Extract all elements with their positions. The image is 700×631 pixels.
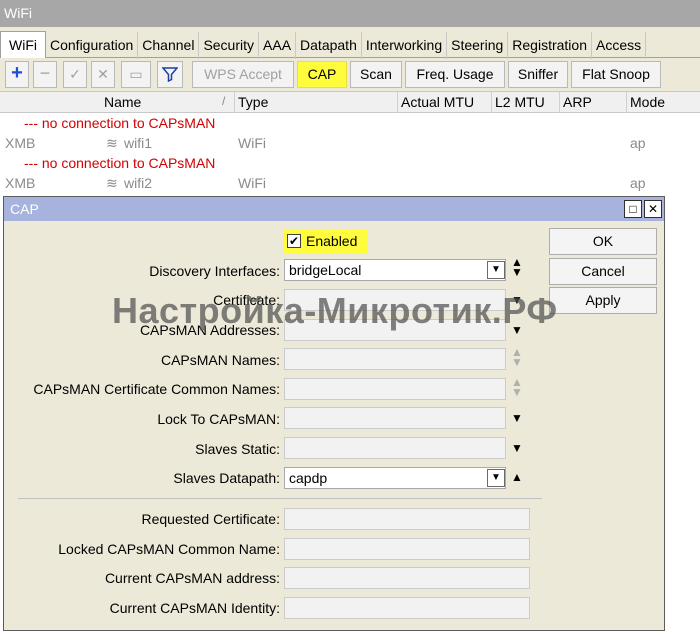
tab-security[interactable]: Security xyxy=(199,32,260,59)
row-comment: --- no connection to CAPsMAN xyxy=(24,155,216,171)
chevron-down-icon[interactable]: ▼ xyxy=(511,411,523,425)
check-icon: ✓ xyxy=(69,66,81,82)
table-header: Name / Type Actual MTU L2 MTU ARP Mode xyxy=(0,91,700,113)
tab-access[interactable]: Access xyxy=(592,32,647,59)
table-row-comment[interactable]: --- no connection to CAPsMAN xyxy=(0,113,700,133)
flat-snoop-button[interactable]: Flat Snoop xyxy=(571,61,661,88)
row-comment: --- no connection to CAPsMAN xyxy=(24,115,216,131)
current-capsman-address-field xyxy=(284,567,530,589)
tab-channel[interactable]: Channel xyxy=(138,32,200,59)
cap-button[interactable]: CAP xyxy=(297,61,347,88)
close-icon[interactable]: ✕ xyxy=(644,200,662,218)
maximize-icon[interactable]: □ xyxy=(624,200,642,218)
enable-button[interactable]: ✓ xyxy=(63,61,87,88)
up-down-arrows-icon[interactable]: ▲ ▼ xyxy=(511,376,523,398)
row-mode: ap xyxy=(630,135,646,151)
plus-icon: + xyxy=(11,62,23,84)
col-type[interactable]: Type xyxy=(238,94,268,110)
tab-steering[interactable]: Steering xyxy=(447,32,509,59)
row-flags: XMB xyxy=(5,175,36,191)
requested-certificate-label: Requested Certificate: xyxy=(141,511,280,527)
enabled-checkbox[interactable]: ✔ xyxy=(287,234,301,248)
comment-icon: ▭ xyxy=(129,66,143,82)
sort-icon: / xyxy=(222,94,226,108)
cross-icon: ✕ xyxy=(97,66,109,82)
row-name: wifi1 xyxy=(124,135,153,151)
sniffer-button[interactable]: Sniffer xyxy=(508,61,568,88)
wifi-icon: ≋ xyxy=(106,175,118,191)
filter-icon xyxy=(161,67,179,83)
add-button[interactable]: + xyxy=(5,61,29,88)
comment-button[interactable]: ▭ xyxy=(121,61,151,88)
tab-bar: WiFi Configuration Channel Security AAA Datap… xyxy=(0,30,700,59)
cancel-button[interactable]: Cancel xyxy=(549,258,657,285)
tab-configuration[interactable]: Configuration xyxy=(46,32,139,59)
row-type: WiFi xyxy=(238,135,266,151)
slaves-datapath-label: Slaves Datapath: xyxy=(173,470,280,486)
capsman-names-label: CAPsMAN Names: xyxy=(160,352,280,368)
dropdown-icon[interactable]: ▼ xyxy=(487,261,505,279)
slaves-datapath-field[interactable]: capdp xyxy=(284,467,506,489)
chevron-up-icon[interactable]: ▲ xyxy=(511,470,523,484)
tab-wifi[interactable]: WiFi xyxy=(0,31,46,58)
apply-button[interactable]: Apply xyxy=(549,287,657,314)
enabled-label: Enabled xyxy=(306,233,358,249)
dropdown-icon[interactable]: ▼ xyxy=(487,469,505,487)
current-capsman-address-label: Current CAPsMAN address: xyxy=(104,570,280,586)
requested-certificate-field xyxy=(284,508,530,530)
table-row[interactable]: XMB ≋ wifi1 WiFi ap xyxy=(0,133,700,153)
col-actual-mtu[interactable]: Actual MTU xyxy=(401,94,474,110)
discovery-interfaces-field[interactable]: bridgeLocal xyxy=(284,259,506,281)
wps-accept-button[interactable]: WPS Accept xyxy=(192,61,294,88)
minus-icon: − xyxy=(39,63,51,83)
locked-capsman-common-name-field xyxy=(284,538,530,560)
freq-usage-button[interactable]: Freq. Usage xyxy=(405,61,505,88)
window-title: WiFi xyxy=(0,0,700,27)
col-arp[interactable]: ARP xyxy=(563,94,592,110)
slaves-static-label: Slaves Static: xyxy=(195,441,280,457)
toolbar: + − ✓ ✕ ▭ WPS Accept CAP Scan Freq. Usag… xyxy=(0,59,700,91)
tab-datapath[interactable]: Datapath xyxy=(296,32,362,59)
col-mode[interactable]: Mode xyxy=(630,94,665,110)
up-down-arrows-icon[interactable]: ▲ ▼ xyxy=(511,346,523,368)
filter-button[interactable] xyxy=(157,61,183,88)
dialog-title: CAP xyxy=(4,197,664,221)
cap-dialog: CAP □ ✕ ✔ Enabled OK Cancel Apply Discov… xyxy=(3,196,665,631)
locked-capsman-common-name-label: Locked CAPsMAN Common Name: xyxy=(58,541,280,557)
col-l2-mtu[interactable]: L2 MTU xyxy=(495,94,545,110)
tab-aaa[interactable]: AAA xyxy=(259,32,297,59)
tab-interworking[interactable]: Interworking xyxy=(362,32,448,59)
disable-button[interactable]: ✕ xyxy=(91,61,115,88)
ok-button[interactable]: OK xyxy=(549,228,657,255)
divider xyxy=(18,498,542,499)
lock-to-capsman-field[interactable] xyxy=(284,407,506,429)
row-name: wifi2 xyxy=(124,175,153,191)
tab-registration[interactable]: Registration xyxy=(508,32,592,59)
row-type: WiFi xyxy=(238,175,266,191)
watermark: Настройка-Микротик.РФ xyxy=(112,290,558,331)
col-name[interactable]: Name xyxy=(104,94,141,110)
slaves-static-field[interactable] xyxy=(284,437,506,459)
scan-button[interactable]: Scan xyxy=(350,61,402,88)
capsman-cert-common-names-label: CAPsMAN Certificate Common Names: xyxy=(33,381,280,397)
up-down-arrows-icon[interactable]: ▲ ▼ xyxy=(511,256,523,278)
chevron-down-icon[interactable]: ▼ xyxy=(511,441,523,455)
discovery-interfaces-label: Discovery Interfaces: xyxy=(149,263,280,279)
row-mode: ap xyxy=(630,175,646,191)
lock-to-capsman-label: Lock To CAPsMAN: xyxy=(157,411,280,427)
remove-button[interactable]: − xyxy=(33,61,57,88)
capsman-cert-common-names-field[interactable] xyxy=(284,378,506,400)
capsman-names-field[interactable] xyxy=(284,348,506,370)
current-capsman-identity-label: Current CAPsMAN Identity: xyxy=(109,600,280,616)
table-row-comment[interactable]: --- no connection to CAPsMAN xyxy=(0,153,700,173)
wifi-icon: ≋ xyxy=(106,135,118,151)
row-flags: XMB xyxy=(5,135,36,151)
table-row[interactable]: XMB ≋ wifi2 WiFi ap xyxy=(0,173,700,193)
current-capsman-identity-field xyxy=(284,597,530,619)
